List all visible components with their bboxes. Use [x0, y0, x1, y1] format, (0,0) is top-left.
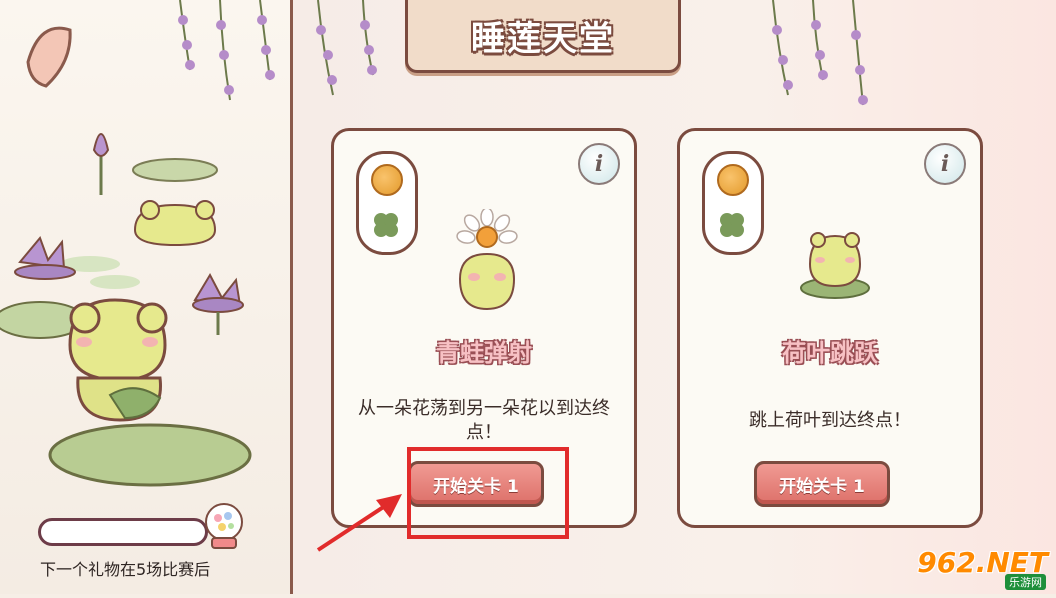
frog-character-icon: [68, 298, 168, 422]
reward-bubble: [356, 151, 418, 255]
coin-icon: [371, 164, 403, 196]
reward-bubble: [702, 151, 764, 255]
water-lily-icon: [14, 236, 76, 280]
clover-icon: [374, 213, 398, 237]
title-banner: 睡莲天堂: [405, 0, 681, 73]
level-title: 青蛙弹射: [436, 339, 532, 367]
info-button[interactable]: i: [924, 143, 966, 185]
lotus-seed-icon: [26, 26, 72, 88]
info-button[interactable]: i: [578, 143, 620, 185]
level-card-lily-pad-jump[interactable]: i 荷叶跳跃 跳上荷叶到达终点！ 开始关卡 1: [677, 128, 983, 528]
lily-pad: [48, 423, 252, 487]
watermark: 962.NET 乐游网: [908, 546, 1048, 590]
water-lily-icon: [192, 272, 244, 335]
level-title: 荷叶跳跃: [782, 339, 878, 367]
progress-text: 0/5: [111, 524, 135, 539]
watermark-sub: 乐游网: [1005, 574, 1046, 590]
highlight-annotation: [407, 447, 569, 539]
page-title: 睡莲天堂: [471, 18, 615, 59]
coin-icon: [717, 164, 749, 196]
clover-icon: [720, 213, 744, 237]
gift-progress-bar: 0/5: [38, 518, 208, 546]
arrow-annotation-icon: [316, 494, 402, 552]
level-description: 跳上荷叶到达终点！: [749, 410, 911, 431]
next-gift-caption: 下一个礼物在5场比赛后: [40, 560, 211, 579]
frog-with-flower-icon: [456, 209, 518, 311]
level-description: 从一朵花荡到另一朵花以到达终点！: [358, 398, 610, 443]
hanging-flowers-left: [178, 0, 275, 101]
gumball-machine-icon: [205, 503, 243, 549]
frog-on-lily-pad-icon: [800, 232, 870, 299]
lotus-bud-icon: [92, 133, 110, 157]
start-level-button[interactable]: 开始关卡 1: [754, 461, 890, 507]
